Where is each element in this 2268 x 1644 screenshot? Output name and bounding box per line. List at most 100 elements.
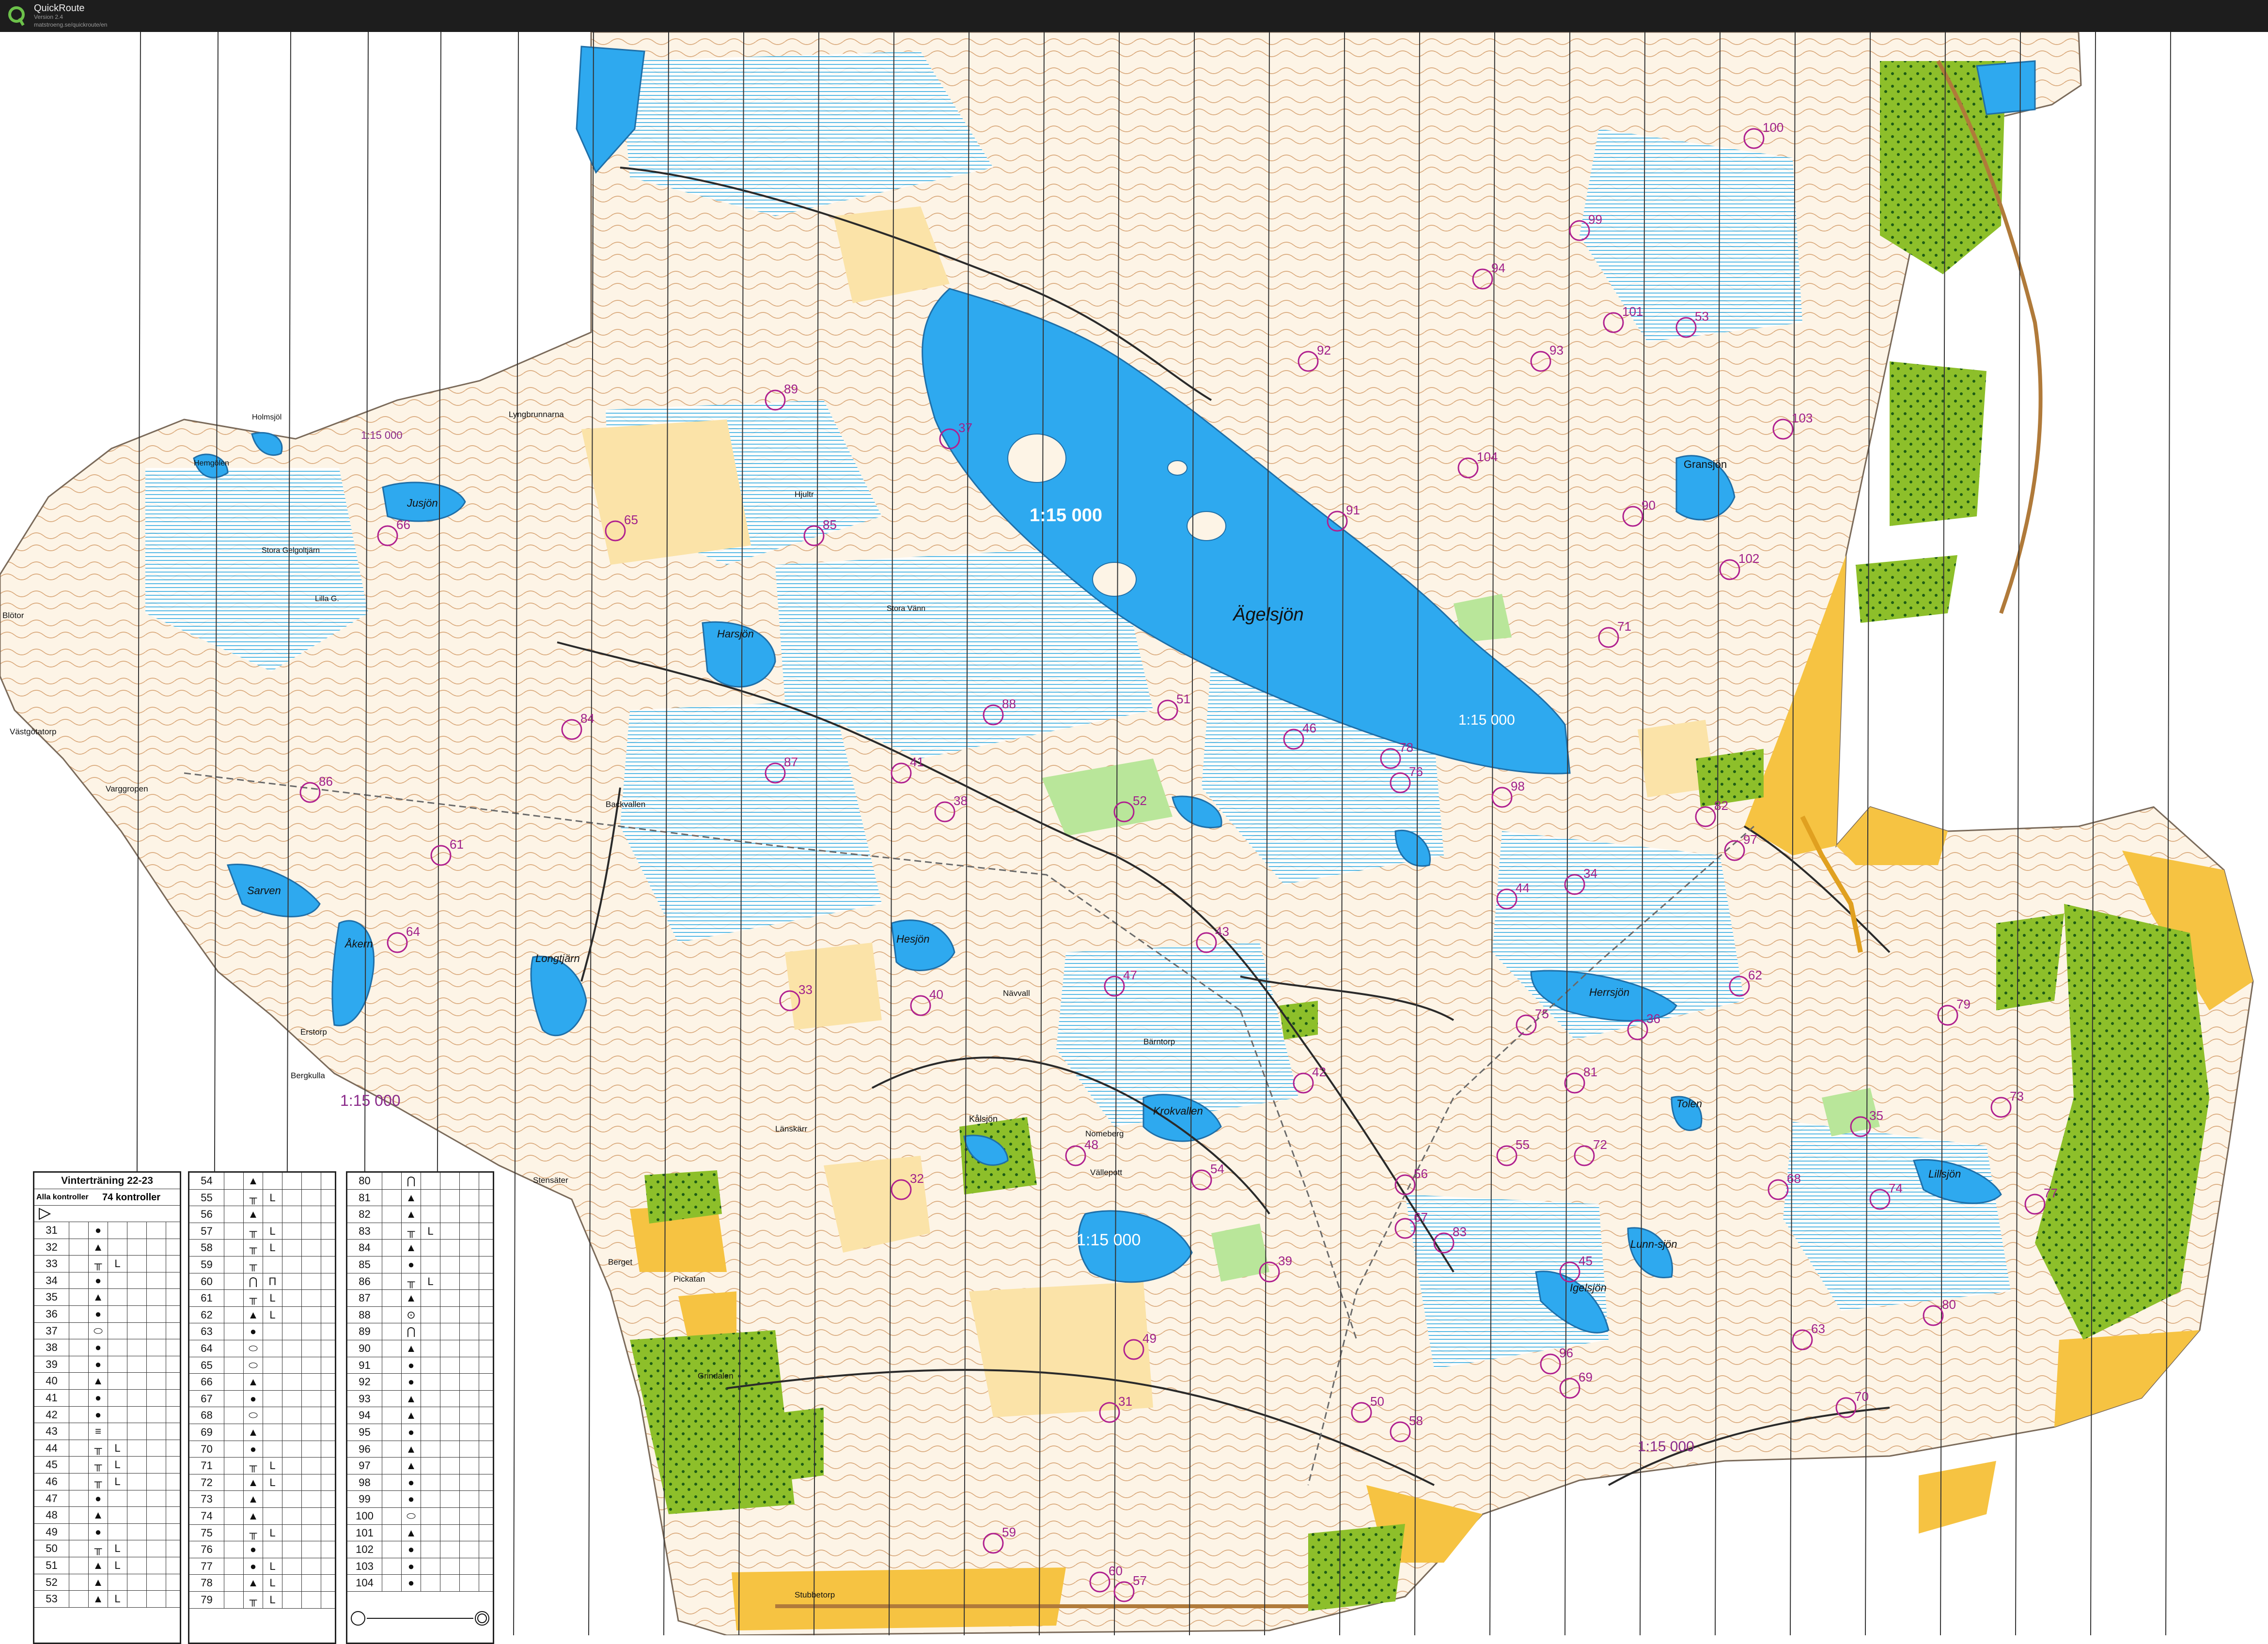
- description-cell: [382, 1491, 402, 1507]
- description-cell: [282, 1508, 302, 1524]
- description-cell: [147, 1373, 166, 1389]
- description-cell: ▲: [89, 1591, 108, 1607]
- orienteering-map[interactable]: 31 32 33 34 35 36 37 38 39 40 41 42 43 44 45 46 47 48 49 50…: [0, 32, 2268, 1644]
- description-cell: [382, 1508, 402, 1524]
- description-cell: [108, 1390, 127, 1406]
- control-row-46: 46 ╥ L: [34, 1473, 180, 1490]
- control-number: 102: [347, 1541, 382, 1558]
- description-cell: [108, 1507, 127, 1523]
- description-cell: ▲: [244, 1206, 263, 1223]
- control-number: 56: [189, 1206, 224, 1223]
- description-cell: [127, 1339, 147, 1356]
- control-number: 78: [189, 1575, 224, 1591]
- description-cell: [263, 1491, 282, 1507]
- description-cell: [282, 1458, 302, 1474]
- description-cell: [263, 1390, 282, 1407]
- description-cell: [440, 1558, 460, 1575]
- description-cell: [69, 1306, 89, 1322]
- description-cell: [460, 1240, 479, 1256]
- control-number-label: 81: [1583, 1065, 1597, 1079]
- description-cell: [282, 1441, 302, 1458]
- control-number-label: 33: [798, 982, 813, 997]
- place-pickatan: Pickatan: [673, 1274, 705, 1284]
- description-cell: [224, 1306, 244, 1323]
- description-cell: [224, 1390, 244, 1407]
- control-number: 51: [34, 1557, 69, 1574]
- description-cell: [147, 1473, 166, 1490]
- description-cell: ⋂: [244, 1273, 263, 1290]
- description-cell: [147, 1322, 166, 1339]
- control-row-101: 101 ▲: [347, 1524, 493, 1542]
- description-cell: [69, 1406, 89, 1423]
- description-cell: ⬭: [89, 1322, 108, 1339]
- description-cell: ╥: [89, 1473, 108, 1490]
- description-cell: [302, 1340, 321, 1357]
- description-cell: [224, 1575, 244, 1591]
- control-number-label: 55: [1516, 1137, 1530, 1152]
- start-row: [34, 1206, 180, 1222]
- description-cell: [421, 1390, 440, 1407]
- description-cell: [69, 1523, 89, 1540]
- description-cell: [460, 1407, 479, 1424]
- description-cell: ●: [402, 1374, 421, 1390]
- control-row-41: 41 ●: [34, 1390, 180, 1407]
- description-cell: ▲: [244, 1173, 263, 1189]
- description-cell: [127, 1406, 147, 1423]
- control-number: 40: [34, 1373, 69, 1389]
- description-cell: [224, 1491, 244, 1507]
- description-cell: [147, 1440, 166, 1457]
- control-number: 82: [347, 1206, 382, 1223]
- description-cell: [224, 1407, 244, 1424]
- description-cell: [440, 1441, 460, 1458]
- description-cell: L: [263, 1592, 282, 1608]
- description-cell: L: [263, 1524, 282, 1541]
- description-cell: [302, 1474, 321, 1491]
- control-number-label: 78: [1399, 740, 1413, 755]
- control-row-79: 79 ╥ L: [189, 1592, 335, 1609]
- description-cell: [302, 1441, 321, 1458]
- description-cell: [421, 1290, 440, 1306]
- place-navvall: Nävvall: [1003, 989, 1030, 998]
- description-cell: [147, 1239, 166, 1256]
- description-cell: [147, 1591, 166, 1607]
- description-cell: [224, 1424, 244, 1441]
- control-number: 61: [189, 1290, 224, 1306]
- description-cell: [224, 1558, 244, 1575]
- description-cell: [460, 1508, 479, 1524]
- description-cell: ▲: [402, 1240, 421, 1256]
- description-cell: ⋂: [402, 1173, 421, 1189]
- description-cell: [224, 1541, 244, 1558]
- description-cell: [382, 1541, 402, 1558]
- control-row-75: 75 ╥ L: [189, 1524, 335, 1542]
- description-cell: [440, 1491, 460, 1507]
- description-cell: [460, 1223, 479, 1240]
- description-cell: [421, 1558, 440, 1575]
- control-number: 75: [189, 1524, 224, 1541]
- description-cell: [263, 1206, 282, 1223]
- description-cell: [421, 1508, 440, 1524]
- control-number: 59: [189, 1256, 224, 1273]
- control-number-label: 63: [1811, 1321, 1825, 1336]
- control-number: 52: [34, 1574, 69, 1591]
- title-bar: QuickRoute Version 2.4 matstroeng.se/qui…: [0, 0, 2268, 32]
- description-cell: ●: [402, 1491, 421, 1507]
- control-row-91: 91 ●: [347, 1357, 493, 1374]
- description-cell: [440, 1240, 460, 1256]
- description-cell: [108, 1356, 127, 1373]
- description-cell: L: [421, 1273, 440, 1290]
- description-cell: [421, 1575, 440, 1591]
- description-cell: [382, 1206, 402, 1223]
- description-cell: [127, 1222, 147, 1239]
- control-number-label: 70: [1855, 1389, 1869, 1404]
- description-cell: ╥: [89, 1540, 108, 1557]
- description-cell: [460, 1441, 479, 1458]
- control-number: 62: [189, 1306, 224, 1323]
- description-cell: [147, 1490, 166, 1507]
- place-bergkulla: Bergkulla: [291, 1071, 325, 1080]
- description-cell: [224, 1189, 244, 1206]
- control-number: 31: [34, 1222, 69, 1239]
- control-number: 70: [189, 1441, 224, 1458]
- description-cell: ●: [402, 1474, 421, 1491]
- description-cell: [69, 1239, 89, 1256]
- control-row-37: 37 ⬭: [34, 1322, 180, 1340]
